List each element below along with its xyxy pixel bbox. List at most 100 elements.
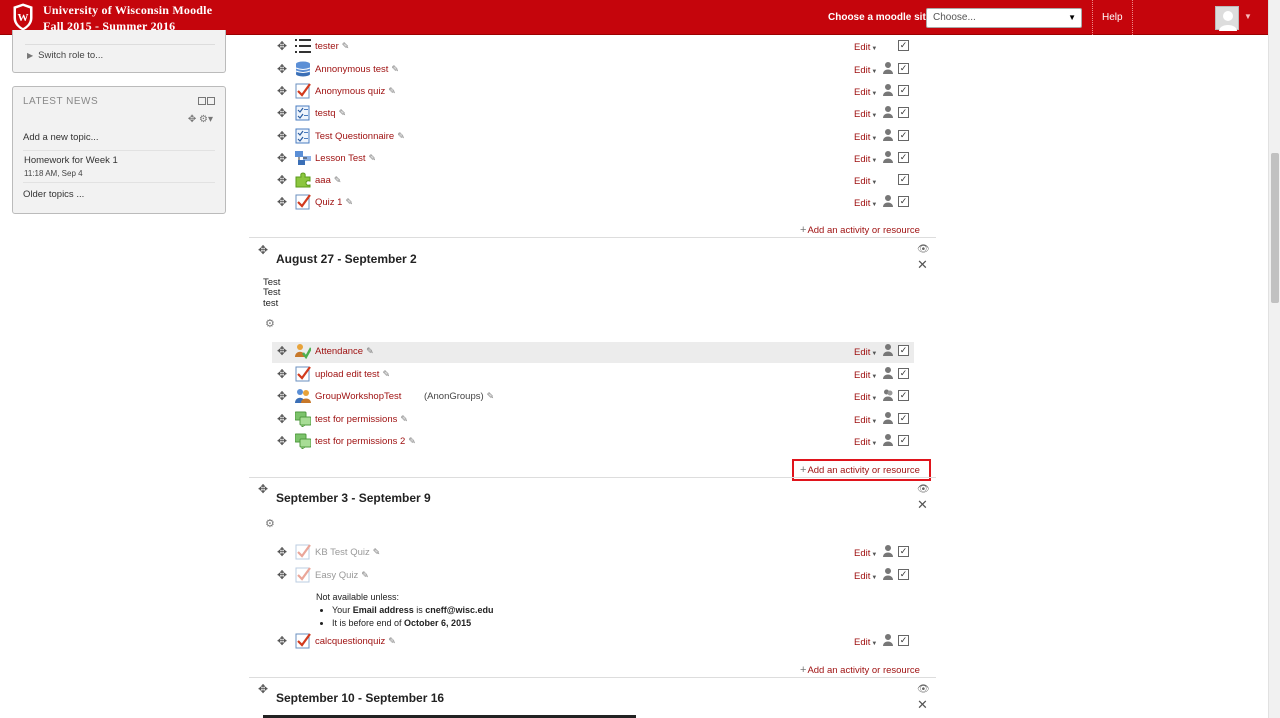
completion-checkbox[interactable]: ✓ bbox=[898, 130, 909, 141]
pencil-icon[interactable]: ✎ bbox=[382, 369, 390, 380]
move-icon[interactable]: ✥ bbox=[277, 129, 287, 143]
completion-checkbox[interactable]: ✓ bbox=[898, 40, 909, 51]
activity-link[interactable]: aaa ✎ bbox=[315, 175, 341, 186]
pencil-icon[interactable]: ✎ bbox=[388, 636, 396, 647]
activity-link[interactable]: Easy Quiz ✎ bbox=[315, 570, 369, 581]
completion-checkbox[interactable]: ✓ bbox=[898, 546, 909, 557]
gear-icon[interactable]: ⚙ bbox=[265, 517, 275, 530]
completion-checkbox[interactable]: ✓ bbox=[898, 390, 909, 401]
collapse-block-icon[interactable] bbox=[198, 97, 206, 105]
edit-menu[interactable]: Edit▼ bbox=[854, 571, 877, 582]
move-icon[interactable]: ✥ bbox=[277, 106, 287, 120]
activity-link[interactable]: Lesson Test ✎ bbox=[315, 153, 376, 164]
move-icon[interactable]: ✥ bbox=[258, 682, 268, 696]
activity-link[interactable]: GroupWorkshopTest bbox=[315, 391, 401, 402]
assign-roles-icon[interactable] bbox=[883, 344, 893, 356]
eye-icon[interactable]: 👁 bbox=[917, 684, 930, 695]
assign-roles-icon[interactable] bbox=[883, 434, 893, 446]
completion-checkbox[interactable]: ✓ bbox=[898, 107, 909, 118]
pencil-icon[interactable]: ✎ bbox=[388, 86, 396, 97]
edit-menu[interactable]: Edit▼ bbox=[854, 109, 877, 120]
switch-role-link[interactable]: ▶ Switch role to... bbox=[27, 50, 103, 61]
activity-link[interactable]: calcquestionquiz ✎ bbox=[315, 636, 396, 647]
assign-roles-icon[interactable] bbox=[883, 634, 893, 646]
pencil-icon[interactable]: ✎ bbox=[361, 570, 369, 581]
move-icon[interactable]: ✥ bbox=[277, 634, 287, 648]
user-menu-chevron-icon[interactable]: ▼ bbox=[1244, 12, 1252, 21]
edit-menu[interactable]: Edit▼ bbox=[854, 415, 877, 426]
edit-menu[interactable]: Edit▼ bbox=[854, 87, 877, 98]
pencil-icon[interactable]: ✎ bbox=[487, 391, 495, 402]
eye-icon[interactable]: 👁 bbox=[917, 244, 930, 255]
edit-menu[interactable]: Edit▼ bbox=[854, 132, 877, 143]
activity-link[interactable]: test for permissions 2 ✎ bbox=[315, 436, 416, 447]
group-mode-icon[interactable] bbox=[883, 389, 893, 401]
edit-menu[interactable]: Edit▼ bbox=[854, 392, 877, 403]
add-topic-link[interactable]: Add a new topic... bbox=[23, 132, 99, 143]
add-activity-link[interactable]: +Add an activity or resource bbox=[800, 664, 920, 676]
gear-icon[interactable]: ⚙▾ bbox=[199, 114, 213, 125]
pencil-icon[interactable]: ✎ bbox=[391, 64, 399, 75]
activity-link[interactable]: Test Questionnaire ✎ bbox=[315, 131, 405, 142]
moodle-site-select[interactable]: Choose... ▼ bbox=[926, 8, 1082, 28]
close-icon[interactable]: ✕ bbox=[917, 257, 928, 273]
assign-roles-icon[interactable] bbox=[883, 84, 893, 96]
completion-checkbox[interactable]: ✓ bbox=[898, 152, 909, 163]
close-icon[interactable]: ✕ bbox=[917, 497, 928, 513]
pencil-icon[interactable]: ✎ bbox=[366, 346, 374, 357]
scrollbar-thumb[interactable] bbox=[1271, 153, 1279, 303]
move-icon[interactable]: ✥ bbox=[258, 243, 268, 257]
edit-menu[interactable]: Edit▼ bbox=[854, 154, 877, 165]
activity-link[interactable]: Anonymous quiz ✎ bbox=[315, 86, 396, 97]
pencil-icon[interactable]: ✎ bbox=[345, 197, 353, 208]
move-icon[interactable]: ✥ bbox=[258, 482, 268, 496]
move-icon[interactable]: ✥ bbox=[188, 114, 196, 125]
pencil-icon[interactable]: ✎ bbox=[397, 131, 405, 142]
help-link[interactable]: Help bbox=[1102, 12, 1123, 23]
completion-checkbox[interactable]: ✓ bbox=[898, 63, 909, 74]
assign-roles-icon[interactable] bbox=[883, 568, 893, 580]
completion-checkbox[interactable]: ✓ bbox=[898, 196, 909, 207]
edit-menu[interactable]: Edit▼ bbox=[854, 42, 877, 53]
activity-link[interactable]: Annonymous test ✎ bbox=[315, 64, 399, 75]
completion-checkbox[interactable]: ✓ bbox=[898, 635, 909, 646]
move-icon[interactable]: ✥ bbox=[277, 545, 287, 559]
edit-menu[interactable]: Edit▼ bbox=[854, 370, 877, 381]
user-avatar[interactable] bbox=[1215, 6, 1239, 31]
move-icon[interactable]: ✥ bbox=[277, 344, 287, 358]
edit-menu[interactable]: Edit▼ bbox=[854, 347, 877, 358]
completion-checkbox[interactable]: ✓ bbox=[898, 345, 909, 356]
edit-menu[interactable]: Edit▼ bbox=[854, 548, 877, 559]
completion-checkbox[interactable]: ✓ bbox=[898, 174, 909, 185]
pencil-icon[interactable]: ✎ bbox=[408, 436, 416, 447]
uw-crest-icon[interactable]: W bbox=[12, 3, 34, 31]
pencil-icon[interactable]: ✎ bbox=[339, 108, 347, 119]
activity-link[interactable]: KB Test Quiz ✎ bbox=[315, 547, 380, 558]
move-icon[interactable]: ✥ bbox=[277, 151, 287, 165]
assign-roles-icon[interactable] bbox=[883, 62, 893, 74]
page-scrollbar[interactable] bbox=[1268, 0, 1280, 718]
edit-menu[interactable]: Edit▼ bbox=[854, 437, 877, 448]
completion-checkbox[interactable]: ✓ bbox=[898, 85, 909, 96]
completion-checkbox[interactable]: ✓ bbox=[898, 413, 909, 424]
gear-icon[interactable]: ⚙ bbox=[265, 317, 275, 330]
add-activity-link[interactable]: +Add an activity or resource bbox=[800, 224, 920, 236]
move-icon[interactable]: ✥ bbox=[277, 412, 287, 426]
assign-roles-icon[interactable] bbox=[883, 412, 893, 424]
assign-roles-icon[interactable] bbox=[883, 151, 893, 163]
completion-checkbox[interactable]: ✓ bbox=[898, 569, 909, 580]
activity-link[interactable]: testq ✎ bbox=[315, 108, 346, 119]
assign-roles-icon[interactable] bbox=[883, 106, 893, 118]
assign-roles-icon[interactable] bbox=[883, 367, 893, 379]
edit-menu[interactable]: Edit▼ bbox=[854, 65, 877, 76]
move-icon[interactable]: ✥ bbox=[277, 389, 287, 403]
activity-link[interactable]: upload edit test ✎ bbox=[315, 369, 390, 380]
move-icon[interactable]: ✥ bbox=[277, 173, 287, 187]
activity-link[interactable]: tester ✎ bbox=[315, 41, 349, 52]
move-icon[interactable]: ✥ bbox=[277, 568, 287, 582]
assign-roles-icon[interactable] bbox=[883, 545, 893, 557]
move-icon[interactable]: ✥ bbox=[277, 39, 287, 53]
close-icon[interactable]: ✕ bbox=[917, 697, 928, 713]
pencil-icon[interactable]: ✎ bbox=[400, 414, 408, 425]
completion-checkbox[interactable]: ✓ bbox=[898, 435, 909, 446]
